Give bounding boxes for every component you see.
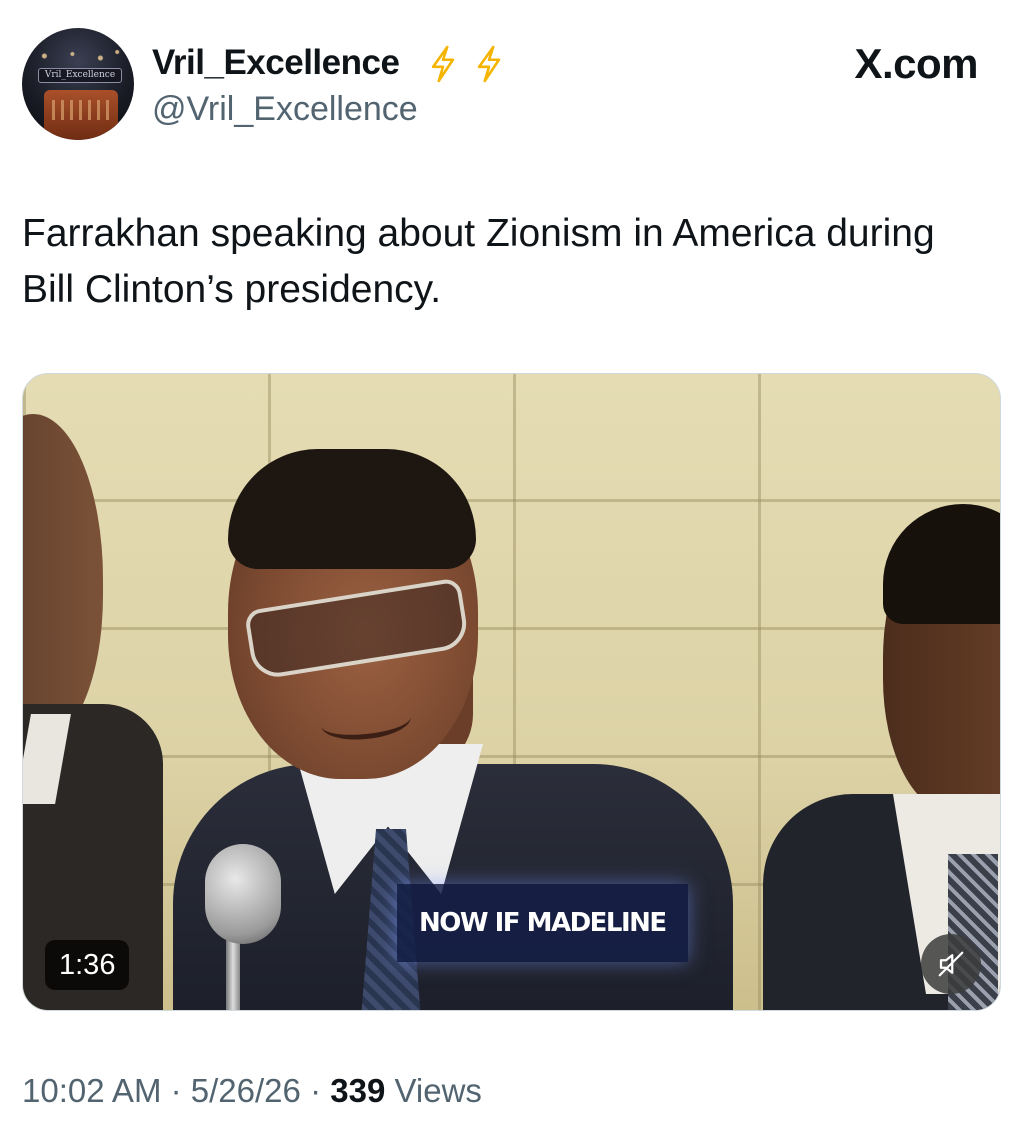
meta-separator: · — [170, 1072, 182, 1109]
lightning-bolt-icon — [477, 45, 501, 83]
tweet-text: Farrakhan speaking about Zionism in Amer… — [22, 212, 935, 311]
video-speaker-hair — [228, 449, 476, 569]
mute-toggle-button[interactable] — [921, 934, 981, 994]
meta-separator: · — [310, 1072, 322, 1109]
speaker-muted-icon — [938, 951, 964, 977]
tweet-card: Vril_Excellence Vril_Excellence @Vril_Ex… — [0, 0, 1024, 1124]
video-caption: NOW IF MADELINE — [397, 884, 688, 962]
video-player[interactable]: NOW IF MADELINE 1:36 — [22, 373, 1001, 1011]
microphone-icon — [205, 844, 281, 944]
views-label: Views — [394, 1072, 482, 1109]
views-count: 339 — [330, 1072, 386, 1109]
video-duration: 1:36 — [45, 940, 130, 990]
avatar[interactable]: Vril_Excellence — [22, 28, 134, 140]
lightning-bolt-icon — [431, 45, 455, 83]
author-badges — [426, 44, 506, 84]
avatar-building — [44, 90, 118, 140]
source-label: X.com — [854, 40, 978, 87]
avatar-label: Vril_Excellence — [38, 68, 122, 83]
author-handle[interactable]: @Vril_Excellence — [152, 88, 418, 130]
tweet-meta: 10:02 AM · 5/26/26 · 339 Views — [22, 1068, 482, 1114]
tweet-date[interactable]: 5/26/26 — [191, 1072, 301, 1109]
avatar-city-lights — [22, 46, 134, 66]
author-display-name[interactable]: Vril_Excellence — [152, 42, 400, 84]
tweet-time[interactable]: 10:02 AM — [22, 1072, 161, 1109]
